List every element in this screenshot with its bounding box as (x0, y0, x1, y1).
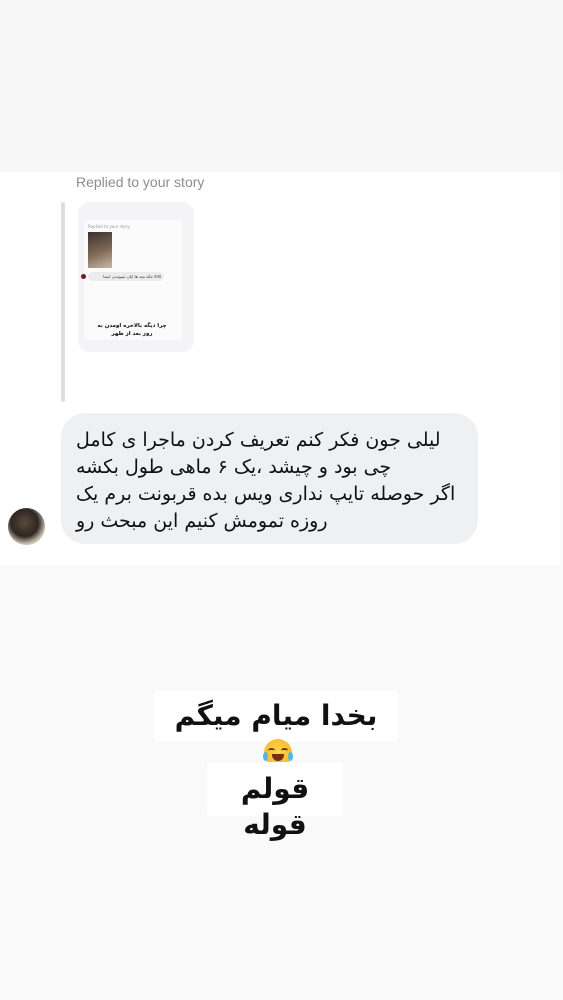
message-line-4: روزه تمومش کنیم این مبحث رو (76, 510, 328, 532)
sticker-2-text: قولم قوله (240, 772, 310, 841)
top-background (0, 0, 563, 172)
text-sticker-1: بخدا میام میگم (154, 690, 398, 767)
thumbnail-header: Replied to your story (88, 224, 130, 229)
message-line-2: چی بود و چیشد ،یک ۶ ماهی طول بکشه (76, 456, 392, 478)
thumbnail-reply-text: اااااا حکه بچه ها ایان نمیومدن اینجا (88, 272, 164, 281)
story-thumbnail[interactable]: Replied to your story اااااا حکه بچه ها … (78, 202, 194, 352)
sticker-1-text: بخدا میام میگم (174, 699, 378, 732)
text-sticker-2: قولم قوله (207, 762, 343, 841)
sender-avatar[interactable] (8, 508, 45, 545)
message-line-1: لیلی جون فکر کنم تعریف کردن ماجرا ی کامل (76, 429, 441, 451)
reply-quote-line (61, 202, 65, 402)
replied-to-story-label: Replied to your story (76, 174, 205, 190)
thumbnail-photo (88, 232, 112, 268)
thumbnail-avatar-dot (81, 274, 86, 279)
thumbnail-caption: چرا دیگه بالاخره اومدن به روز بعد از ظهر (97, 323, 167, 337)
message-line-3: اگر حوصله تایپ نداری ویس بده قربونت برم … (76, 483, 456, 505)
